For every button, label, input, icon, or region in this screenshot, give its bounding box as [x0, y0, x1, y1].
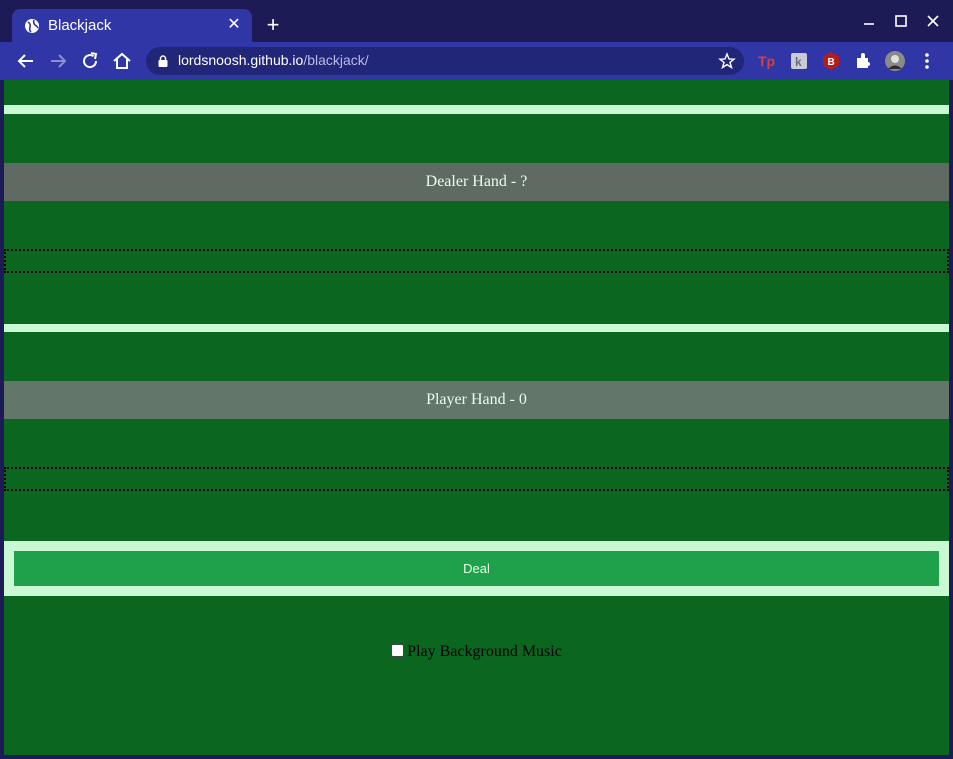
address-bar[interactable]: lordsnoosh.github.io/blackjack/: [146, 47, 744, 75]
tp-extension-icon[interactable]: Tp: [757, 51, 777, 71]
menu-icon[interactable]: [917, 51, 937, 71]
url-text: lordsnoosh.github.io/blackjack/: [178, 52, 369, 68]
star-icon[interactable]: [718, 52, 736, 70]
tab-blackjack[interactable]: Blackjack ✕: [12, 9, 252, 42]
deal-button-container: Deal: [4, 541, 949, 596]
extensions-icon[interactable]: [853, 51, 873, 71]
b-extension-icon[interactable]: B: [821, 51, 841, 71]
lock-icon: [158, 55, 168, 67]
maximize-icon[interactable]: [888, 10, 914, 32]
avatar[interactable]: [885, 51, 905, 71]
music-checkbox[interactable]: [391, 644, 405, 657]
tab-title: Blackjack: [48, 17, 112, 34]
window-close-icon[interactable]: [920, 10, 946, 32]
dealer-hand-label: Dealer Hand - ?: [4, 163, 949, 201]
music-option: Play Background Music: [4, 643, 949, 661]
divider: [4, 105, 949, 114]
url-host: lordsnoosh.github.io: [178, 52, 304, 68]
close-icon[interactable]: ✕: [226, 16, 242, 34]
forward-icon[interactable]: [46, 49, 70, 73]
new-tab-icon[interactable]: +: [262, 14, 284, 36]
svg-text:B: B: [828, 57, 835, 68]
browser-window: Blackjack ✕ + lordsnoosh.github.io/black…: [0, 0, 953, 759]
reload-icon[interactable]: [78, 49, 102, 73]
tab-strip: Blackjack ✕ +: [0, 0, 953, 42]
svg-text:Tp: Tp: [758, 53, 775, 69]
k-extension-icon[interactable]: k: [789, 51, 809, 71]
divider: [4, 324, 949, 332]
player-cards-area: [4, 467, 949, 491]
url-path: /blackjack/: [303, 52, 369, 68]
dealer-cards-area: [4, 249, 949, 273]
svg-text:k: k: [795, 55, 802, 69]
minimize-icon[interactable]: [856, 10, 882, 32]
blackjack-page: Dealer Hand - ? Player Hand - 0 Deal Pla…: [4, 80, 949, 755]
music-label[interactable]: Play Background Music: [407, 643, 562, 660]
back-icon[interactable]: [14, 49, 38, 73]
deal-button[interactable]: Deal: [14, 551, 939, 586]
home-icon[interactable]: [110, 49, 134, 73]
browser-toolbar: lordsnoosh.github.io/blackjack/ Tp k B: [0, 42, 953, 80]
player-hand-label: Player Hand - 0: [4, 381, 949, 419]
globe-icon: [25, 19, 39, 33]
